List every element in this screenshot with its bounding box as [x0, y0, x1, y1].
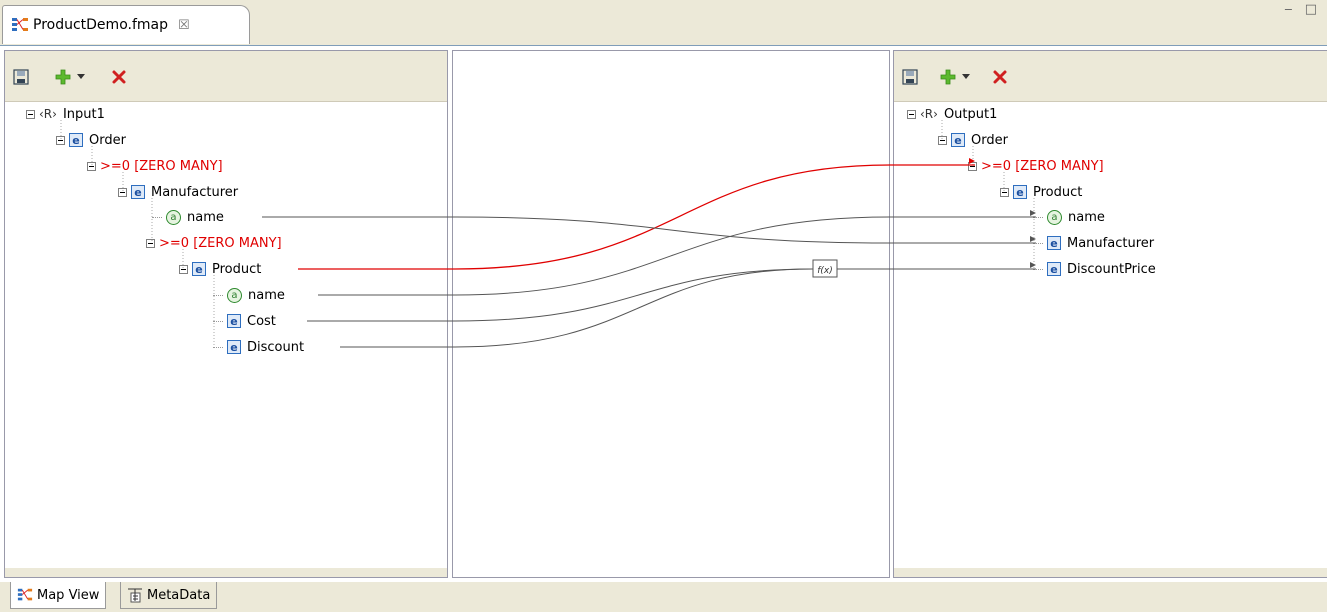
- tree-node-output-root[interactable]: ‹R› Output1: [907, 104, 997, 124]
- node-label: >=0 [ZERO MANY]: [100, 158, 223, 174]
- collapse-toggle[interactable]: [26, 109, 35, 119]
- metadata-icon: [128, 588, 142, 603]
- element-icon: e: [1013, 185, 1027, 199]
- add-icon: [940, 69, 956, 85]
- node-label: Order: [971, 132, 1008, 148]
- tab-label: Map View: [37, 587, 100, 603]
- map-view-icon: [17, 588, 33, 601]
- output-pane-footer: [894, 568, 1327, 577]
- attribute-icon: a: [1047, 209, 1062, 225]
- chevron-down-icon: [962, 74, 970, 79]
- add-schema-button[interactable]: [53, 67, 73, 87]
- node-label: name: [1068, 209, 1105, 225]
- map-editor-area: [0, 45, 1327, 583]
- tree-node-input-order-multi[interactable]: >=0 [ZERO MANY]: [87, 156, 223, 176]
- tree-node-input-manufacturer-multi[interactable]: >=0 [ZERO MANY]: [146, 233, 282, 253]
- element-icon: e: [192, 262, 206, 276]
- node-label: Input1: [62, 106, 105, 122]
- floppy-icon: [13, 69, 29, 85]
- tree-node-input-cost[interactable]: e Cost: [213, 311, 276, 331]
- input-pane-footer: [5, 568, 447, 577]
- node-label: Manufacturer: [151, 184, 239, 200]
- chevron-down-icon: [77, 74, 85, 79]
- attribute-icon: a: [227, 287, 242, 303]
- mapping-canvas[interactable]: [452, 50, 890, 578]
- node-label: >=0 [ZERO MANY]: [981, 158, 1104, 174]
- add-icon: [55, 69, 71, 85]
- delete-schema-button[interactable]: [109, 67, 129, 87]
- input-toolbar: [5, 51, 447, 102]
- minimize-icon[interactable]: ‒: [1284, 2, 1296, 17]
- tree-node-input-manufacturer[interactable]: e Manufacturer: [118, 182, 238, 202]
- root-icon: ‹R›: [39, 107, 57, 121]
- window-controls: ‒ □: [1284, 2, 1321, 17]
- node-label: name: [187, 209, 224, 225]
- close-icon[interactable]: ☒: [178, 18, 190, 33]
- save-schema-button[interactable]: [11, 67, 31, 87]
- collapse-toggle[interactable]: [118, 187, 127, 197]
- collapse-toggle[interactable]: [146, 238, 155, 248]
- collapse-toggle[interactable]: [87, 161, 96, 171]
- element-icon: e: [1047, 236, 1061, 250]
- node-label: name: [248, 287, 285, 303]
- element-icon: e: [951, 133, 965, 147]
- attribute-icon: a: [166, 209, 181, 225]
- collapse-toggle[interactable]: [907, 109, 916, 119]
- output-toolbar: [894, 51, 1327, 102]
- tree-node-output-product[interactable]: e Product: [1000, 182, 1082, 202]
- collapse-toggle[interactable]: [179, 264, 188, 274]
- add-schema-button[interactable]: [938, 67, 958, 87]
- tab-map-view[interactable]: Map View: [10, 582, 107, 609]
- tree-node-input-manufacturer-name[interactable]: a name: [152, 207, 224, 227]
- tree-node-output-name[interactable]: a name: [1033, 207, 1105, 227]
- node-label: Output1: [943, 106, 998, 122]
- node-label: Discount: [247, 339, 305, 355]
- node-label: >=0 [ZERO MANY]: [159, 235, 282, 251]
- delete-icon: [993, 70, 1007, 84]
- tree-node-output-manufacturer[interactable]: e Manufacturer: [1033, 233, 1154, 253]
- map-file-icon: [12, 18, 28, 31]
- element-icon: e: [227, 314, 241, 328]
- tab-label: MetaData: [147, 587, 211, 603]
- node-label: Product: [212, 261, 262, 277]
- add-dropdown-button[interactable]: [960, 67, 972, 87]
- editor-tab-bar: ProductDemo.fmap ☒ ‒ □: [0, 0, 1327, 45]
- tab-metadata[interactable]: MetaData: [120, 582, 218, 609]
- tree-node-input-order[interactable]: e Order: [56, 130, 126, 150]
- collapse-toggle[interactable]: [938, 135, 947, 145]
- tree-node-output-order-multi[interactable]: >=0 [ZERO MANY]: [968, 156, 1104, 176]
- delete-schema-button[interactable]: [990, 67, 1010, 87]
- tree-node-input-discount[interactable]: e Discount: [213, 337, 304, 357]
- tree-node-output-order[interactable]: e Order: [938, 130, 1008, 150]
- tree-node-output-discount-price[interactable]: e DiscountPrice: [1033, 259, 1156, 279]
- element-icon: e: [69, 133, 83, 147]
- collapse-toggle[interactable]: [1000, 187, 1009, 197]
- tree-node-input-product-name[interactable]: a name: [213, 285, 285, 305]
- node-label: Manufacturer: [1067, 235, 1155, 251]
- root-icon: ‹R›: [920, 107, 938, 121]
- maximize-icon[interactable]: □: [1305, 2, 1321, 17]
- view-tab-bar: Map View MetaData: [0, 582, 1327, 612]
- collapse-toggle[interactable]: [56, 135, 65, 145]
- floppy-icon: [902, 69, 918, 85]
- node-label: DiscountPrice: [1067, 261, 1156, 277]
- save-schema-button[interactable]: [900, 67, 920, 87]
- element-icon: e: [227, 340, 241, 354]
- node-label: Cost: [247, 313, 276, 329]
- delete-icon: [112, 70, 126, 84]
- editor-tab-title: ProductDemo.fmap: [33, 17, 168, 33]
- editor-tab-productdemo[interactable]: ProductDemo.fmap ☒: [2, 5, 250, 44]
- add-dropdown-button[interactable]: [75, 67, 87, 87]
- tree-node-input-root[interactable]: ‹R› Input1: [26, 104, 105, 124]
- tree-node-input-product[interactable]: e Product: [179, 259, 261, 279]
- node-label: Order: [89, 132, 126, 148]
- node-label: Product: [1033, 184, 1083, 200]
- collapse-toggle[interactable]: [968, 161, 977, 171]
- element-icon: e: [131, 185, 145, 199]
- element-icon: e: [1047, 262, 1061, 276]
